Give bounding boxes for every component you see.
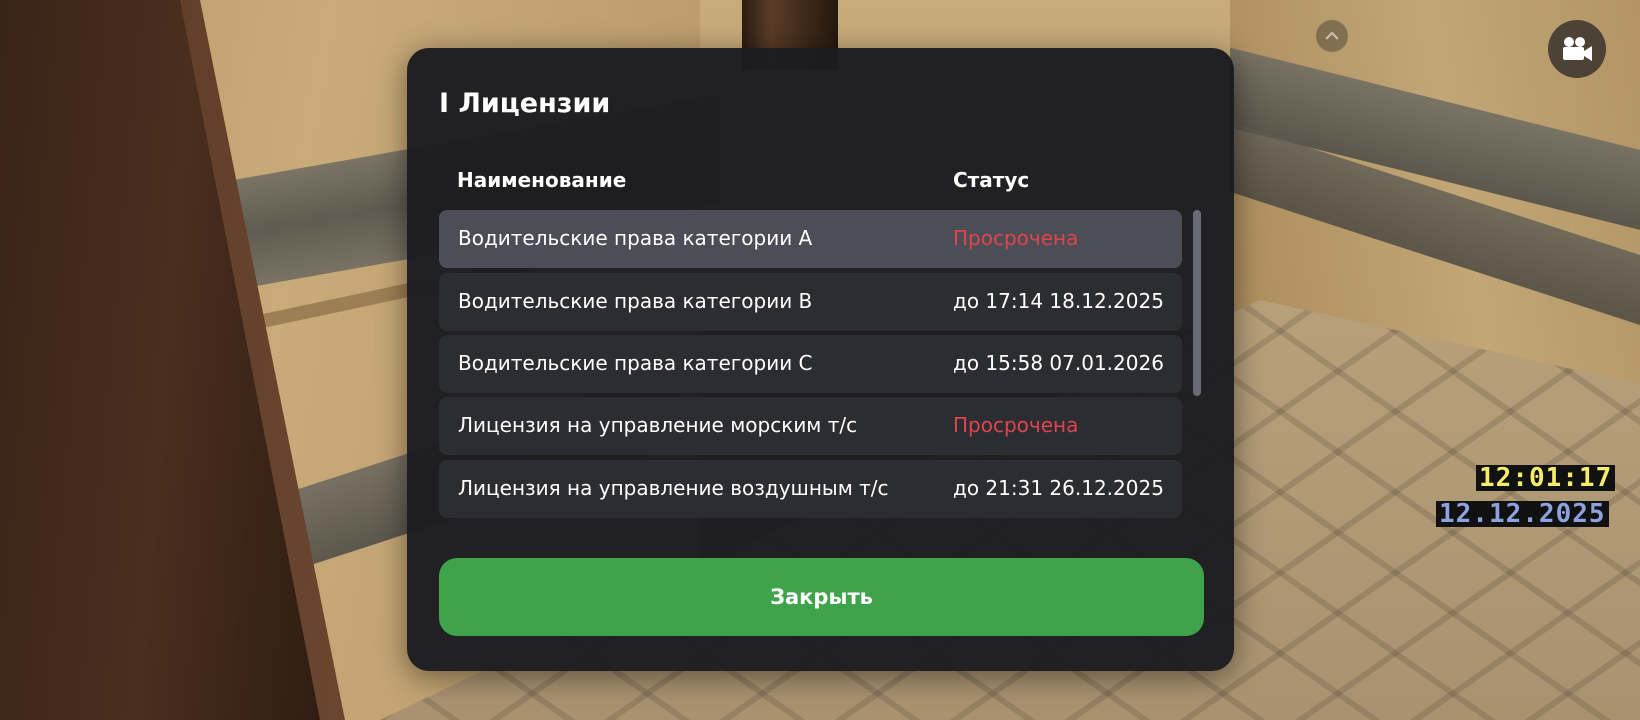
license-row[interactable]: Лицензия на управление морским т/с Проср… bbox=[439, 397, 1182, 455]
chevron-up-glyph bbox=[1325, 31, 1339, 40]
game-clock: 12:01:17 bbox=[1476, 465, 1616, 491]
licenses-dialog: I Лицензии Наименование Статус Водительс… bbox=[407, 48, 1234, 671]
license-status: до 17:14 18.12.2025 bbox=[953, 289, 1164, 313]
chevron-up-icon[interactable] bbox=[1316, 20, 1348, 52]
license-row[interactable]: Лицензия на управление воздушным т/с до … bbox=[439, 460, 1182, 518]
license-row[interactable]: Водительские права категории A Просрочен… bbox=[439, 210, 1182, 268]
license-name: Водительские права категории B bbox=[458, 289, 813, 313]
license-name: Водительские права категории C bbox=[458, 351, 813, 375]
license-status: Просрочена bbox=[953, 413, 1079, 437]
dialog-title: I Лицензии bbox=[439, 88, 611, 119]
license-name: Лицензия на управление воздушным т/с bbox=[458, 476, 889, 500]
game-date: 12.12.2025 bbox=[1436, 501, 1609, 527]
licenses-list[interactable]: Водительские права категории A Просрочен… bbox=[439, 210, 1192, 522]
license-name: Лицензия на управление морским т/с bbox=[458, 413, 858, 437]
license-status: до 15:58 07.01.2026 bbox=[953, 351, 1164, 375]
video-camera-glyph bbox=[1563, 37, 1592, 61]
list-scrollbar[interactable] bbox=[1193, 210, 1201, 522]
license-status: до 21:31 26.12.2025 bbox=[953, 476, 1164, 500]
license-row[interactable]: Водительские права категории C до 15:58 … bbox=[439, 335, 1182, 393]
license-name: Водительские права категории A bbox=[458, 226, 813, 250]
column-header-status: Статус bbox=[953, 168, 1030, 192]
video-camera-icon[interactable] bbox=[1548, 20, 1606, 78]
column-header-name: Наименование bbox=[457, 168, 627, 192]
license-status: Просрочена bbox=[953, 226, 1079, 250]
close-button[interactable]: Закрыть bbox=[439, 558, 1204, 636]
scrollbar-thumb[interactable] bbox=[1193, 210, 1201, 396]
license-row[interactable]: Водительские права категории B до 17:14 … bbox=[439, 273, 1182, 331]
